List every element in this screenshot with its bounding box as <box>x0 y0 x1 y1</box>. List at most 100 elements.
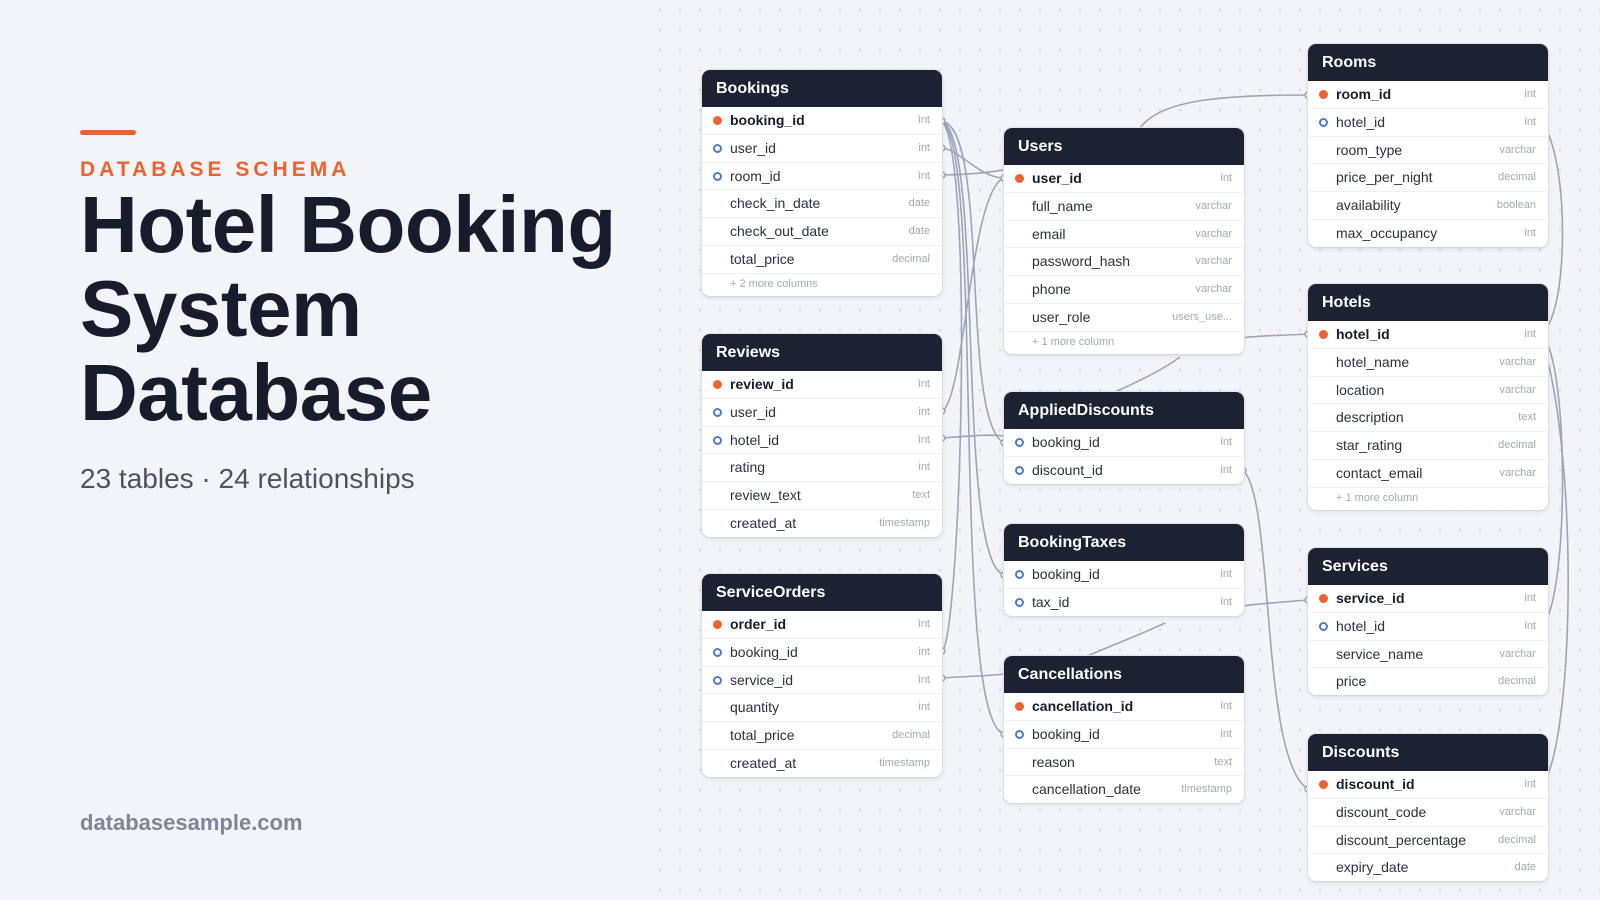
column-row[interactable]: cancellation_id int <box>1004 693 1244 721</box>
column-row[interactable]: order_id int <box>702 611 942 639</box>
column-type: int <box>918 701 930 714</box>
column-row[interactable]: review_id int <box>702 371 942 399</box>
primary-key-icon <box>1319 330 1328 339</box>
column-row[interactable]: full_name varchar <box>1004 193 1244 221</box>
column-type: timestamp <box>1181 783 1232 796</box>
column-name: check_out_date <box>730 223 829 240</box>
column-name: booking_id <box>730 643 798 660</box>
column-name: service_id <box>730 671 794 688</box>
column-row[interactable]: tax_id int <box>1004 589 1244 616</box>
table-hotels[interactable]: Hotels hotel_id int hotel_name varchar locati… <box>1308 284 1548 510</box>
column-row[interactable]: created_at timestamp <box>702 510 942 537</box>
column-row[interactable]: booking_id int <box>1004 721 1244 749</box>
column-type: int <box>918 378 930 390</box>
table-header[interactable]: Cancellations <box>1004 656 1244 693</box>
column-type: date <box>1514 861 1536 874</box>
column-row[interactable]: booking_id int <box>1004 429 1244 457</box>
table-cancellations[interactable]: Cancellations cancellation_id int booking_i… <box>1004 656 1244 804</box>
column-row[interactable]: total_price decimal <box>702 722 942 750</box>
table-services[interactable]: Services service_id int hotel_id int service_… <box>1308 548 1548 696</box>
column-row[interactable]: booking_id int <box>702 107 942 135</box>
column-name: hotel_id <box>1336 113 1386 130</box>
column-row[interactable]: price decimal <box>1308 668 1548 695</box>
column-row[interactable]: max_occupancy int <box>1308 220 1548 247</box>
column-name: total_price <box>730 250 795 267</box>
column-type: varchar <box>1499 383 1536 396</box>
column-row[interactable]: room_type varchar <box>1308 137 1548 165</box>
table-discounts[interactable]: Discounts discount_id int discount_code varc… <box>1308 734 1548 882</box>
column-type: varchar <box>1499 355 1536 368</box>
column-row[interactable]: user_id int <box>1004 165 1244 193</box>
table-header[interactable]: AppliedDiscounts <box>1004 392 1244 429</box>
column-row[interactable]: user_id int <box>702 135 942 163</box>
table-users[interactable]: Users user_id int full_name varchar email varc… <box>1004 128 1244 354</box>
table-rooms[interactable]: Rooms room_id int hotel_id int room_type varch… <box>1308 44 1548 247</box>
column-name: full_name <box>1032 197 1093 214</box>
column-row[interactable]: expiry_date date <box>1308 854 1548 881</box>
column-row[interactable]: user_id int <box>702 399 942 427</box>
column-row[interactable]: hotel_id int <box>1308 321 1548 349</box>
table-header[interactable]: Hotels <box>1308 284 1548 321</box>
column-row[interactable]: password_hash varchar <box>1004 248 1244 277</box>
column-row[interactable]: hotel_name varchar <box>1308 349 1548 377</box>
column-row[interactable]: check_in_date date <box>702 190 942 219</box>
column-row[interactable]: quantity int <box>702 694 942 723</box>
table-header[interactable]: Bookings <box>702 70 942 107</box>
table-reviews[interactable]: Reviews review_id int user_id int hotel_id int… <box>702 334 942 537</box>
table-bookings[interactable]: Bookings booking_id int user_id int room_id in… <box>702 70 942 296</box>
column-type: varchar <box>1195 199 1232 212</box>
column-row[interactable]: phone varchar <box>1004 276 1244 304</box>
more-columns-link[interactable]: + 2 more columns <box>702 274 942 296</box>
column-name: hotel_name <box>1336 353 1410 370</box>
table-header[interactable]: Reviews <box>702 334 942 371</box>
more-columns-link[interactable]: + 1 more column <box>1004 332 1244 354</box>
column-type: int <box>1524 592 1536 604</box>
column-type: int <box>1524 328 1536 340</box>
column-row[interactable]: total_price decimal <box>702 246 942 274</box>
column-row[interactable]: booking_id int <box>702 639 942 667</box>
column-row[interactable]: hotel_id int <box>1308 613 1548 641</box>
column-name: quantity <box>730 699 780 716</box>
column-row[interactable]: created_at timestamp <box>702 750 942 777</box>
column-row[interactable]: user_role users_use... <box>1004 304 1244 332</box>
column-row[interactable]: availability boolean <box>1308 192 1548 220</box>
column-row[interactable]: star_rating decimal <box>1308 432 1548 460</box>
column-row[interactable]: price_per_night decimal <box>1308 164 1548 193</box>
table-header[interactable]: Discounts <box>1308 734 1548 771</box>
column-row[interactable]: service_id int <box>1308 585 1548 613</box>
table-header[interactable]: Users <box>1004 128 1244 165</box>
column-row[interactable]: description text <box>1308 404 1548 433</box>
table-serviceorders[interactable]: ServiceOrders order_id int booking_id int ser… <box>702 574 942 777</box>
table-header[interactable]: Rooms <box>1308 44 1548 81</box>
column-type: varchar <box>1195 255 1232 268</box>
column-row[interactable]: hotel_id int <box>1308 109 1548 137</box>
column-row[interactable]: discount_code varchar <box>1308 799 1548 827</box>
column-name: review_text <box>730 487 801 504</box>
table-header[interactable]: Services <box>1308 548 1548 585</box>
column-name: price_per_night <box>1336 169 1433 186</box>
column-row[interactable]: reason text <box>1004 749 1244 777</box>
column-row[interactable]: service_name varchar <box>1308 641 1548 669</box>
column-row[interactable]: review_text text <box>702 482 942 510</box>
column-row[interactable]: discount_id int <box>1308 771 1548 799</box>
column-row[interactable]: contact_email varchar <box>1308 460 1548 488</box>
column-row[interactable]: discount_percentage decimal <box>1308 827 1548 855</box>
column-row[interactable]: hotel_id int <box>702 427 942 455</box>
table-bookingtaxes[interactable]: BookingTaxes booking_id int tax_id int <box>1004 524 1244 616</box>
more-columns-link[interactable]: + 1 more column <box>1308 488 1548 510</box>
table-header[interactable]: ServiceOrders <box>702 574 942 611</box>
column-row[interactable]: email varchar <box>1004 221 1244 249</box>
column-name: cancellation_date <box>1032 781 1141 798</box>
column-row[interactable]: room_id int <box>702 163 942 191</box>
column-row[interactable]: booking_id int <box>1004 561 1244 589</box>
table-applieddiscounts[interactable]: AppliedDiscounts booking_id int discount_id… <box>1004 392 1244 484</box>
column-row[interactable]: rating int <box>702 454 942 483</box>
column-row[interactable]: room_id int <box>1308 81 1548 109</box>
column-row[interactable]: service_id int <box>702 667 942 695</box>
column-row[interactable]: discount_id int <box>1004 457 1244 484</box>
column-row[interactable]: cancellation_date timestamp <box>1004 776 1244 803</box>
table-header[interactable]: BookingTaxes <box>1004 524 1244 561</box>
column-type: varchar <box>1499 805 1536 818</box>
column-row[interactable]: check_out_date date <box>702 218 942 246</box>
column-row[interactable]: location varchar <box>1308 377 1548 405</box>
